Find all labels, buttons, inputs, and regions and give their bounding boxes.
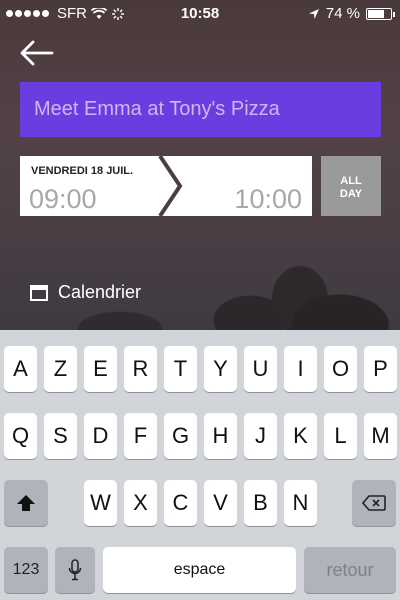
- status-right: 74 %: [308, 5, 395, 22]
- chevron-right-icon: [158, 156, 183, 216]
- status-bar: SFR 10:58 74 %: [0, 0, 400, 28]
- key-r[interactable]: R: [124, 346, 157, 392]
- all-day-line-1: ALL: [340, 175, 362, 187]
- battery-fill: [368, 9, 385, 18]
- all-day-line-2: DAY: [339, 188, 363, 200]
- key-a[interactable]: A: [4, 346, 37, 392]
- key-n[interactable]: N: [284, 480, 317, 526]
- calendar-label: Calendrier: [58, 282, 142, 302]
- key-g[interactable]: G: [164, 413, 197, 459]
- key-h[interactable]: H: [204, 413, 237, 459]
- end-time[interactable]: 10:00: [234, 184, 302, 215]
- key-p[interactable]: P: [364, 346, 397, 392]
- back-arrow-icon[interactable]: [20, 40, 54, 66]
- shift-key[interactable]: [4, 480, 48, 526]
- date-time-selector: VENDREDI 18 JUIL. 09:00 10:00: [20, 156, 312, 216]
- battery-icon: [366, 7, 395, 20]
- background-trees: [0, 210, 400, 330]
- key-y[interactable]: Y: [204, 346, 237, 392]
- space-key[interactable]: espace: [103, 547, 296, 593]
- location-arrow-icon: [308, 8, 319, 19]
- all-day-toggle[interactable]: ALL DAY: [321, 156, 381, 216]
- start-time[interactable]: 09:00: [29, 184, 97, 215]
- calendar-selector[interactable]: Calendrier: [30, 282, 141, 303]
- key-z[interactable]: Z: [44, 346, 77, 392]
- key-k[interactable]: K: [284, 413, 317, 459]
- key-c[interactable]: C: [164, 480, 197, 526]
- delete-icon: [361, 495, 386, 511]
- keyboard: A Z E R T Y U I O P Q S D F G H J K L M …: [0, 330, 400, 600]
- numbers-key[interactable]: 123: [4, 547, 48, 593]
- key-x[interactable]: X: [124, 480, 157, 526]
- event-title-field[interactable]: Meet Emma at Tony's Pizza: [20, 82, 381, 137]
- key-i[interactable]: I: [284, 346, 317, 392]
- key-d[interactable]: D: [84, 413, 117, 459]
- microphone-icon: [68, 559, 82, 581]
- dictation-key[interactable]: [55, 547, 95, 593]
- battery-percent: 74 %: [325, 5, 360, 22]
- key-q[interactable]: Q: [4, 413, 37, 459]
- key-u[interactable]: U: [244, 346, 277, 392]
- key-e[interactable]: E: [84, 346, 117, 392]
- key-f[interactable]: F: [124, 413, 157, 459]
- date-label: VENDREDI 18 JUIL.: [31, 165, 134, 177]
- key-v[interactable]: V: [204, 480, 237, 526]
- key-s[interactable]: S: [44, 413, 77, 459]
- key-m[interactable]: M: [364, 413, 397, 459]
- calendar-icon: [30, 284, 48, 301]
- shift-icon: [17, 495, 35, 511]
- key-l[interactable]: L: [324, 413, 357, 459]
- return-key[interactable]: retour: [304, 547, 396, 593]
- key-o[interactable]: O: [324, 346, 357, 392]
- key-t[interactable]: T: [164, 346, 197, 392]
- key-w[interactable]: W: [84, 480, 117, 526]
- key-b[interactable]: B: [244, 480, 277, 526]
- delete-key[interactable]: [352, 480, 396, 526]
- key-j[interactable]: J: [244, 413, 277, 459]
